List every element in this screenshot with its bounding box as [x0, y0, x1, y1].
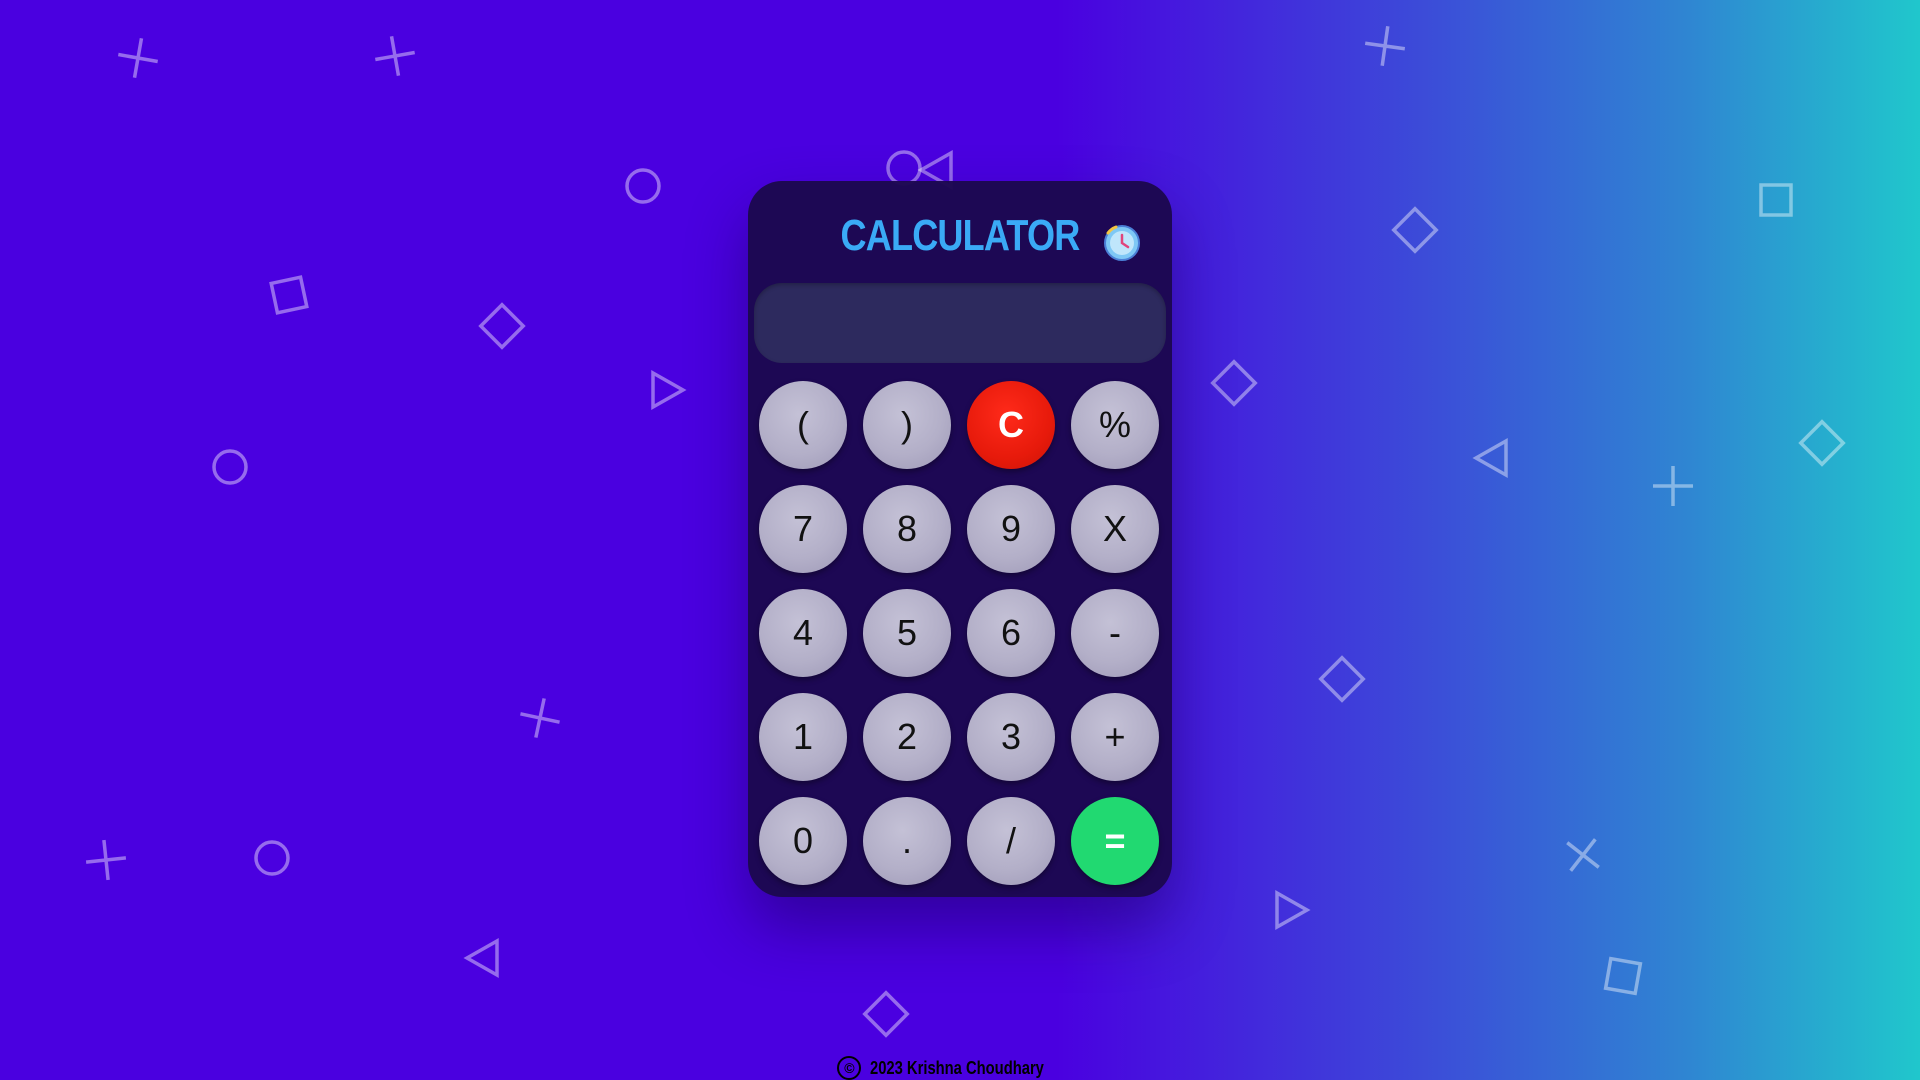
calculator-title: CALCULATOR [840, 211, 1080, 260]
display-screen [754, 283, 1166, 363]
add-button[interactable]: + [1071, 693, 1159, 781]
keypad: () C% 7 8 9 X 4 5 6- 1 2 3 +0. / = [759, 381, 1163, 885]
digit-0-button[interactable]: 0 [759, 797, 847, 885]
square-shape-icon [269, 275, 309, 315]
diamond-shape-icon [478, 302, 526, 350]
percent-button[interactable]: % [1071, 381, 1159, 469]
clear-button[interactable]: C [967, 381, 1055, 469]
footer-text: 2023 Krishna Choudhary [870, 1057, 1045, 1078]
equals-button[interactable]: = [1071, 797, 1159, 885]
circle-shape-icon [254, 840, 290, 876]
digit-1-button[interactable]: 1 [759, 693, 847, 781]
triangle-shape-icon [651, 369, 687, 411]
plus-shape-icon [1653, 466, 1693, 506]
digit-8-button[interactable]: 8 [863, 485, 951, 573]
triangle-shape-icon [463, 937, 499, 979]
triangle-shape-icon [1472, 437, 1508, 479]
multiply-button[interactable]: X [1071, 485, 1159, 573]
circle-shape-icon [212, 449, 248, 485]
close-paren-button[interactable]: ) [863, 381, 951, 469]
diamond-shape-icon [1391, 206, 1439, 254]
plus-shape-icon [1364, 25, 1406, 67]
plus-shape-icon [520, 698, 560, 738]
digit-9-button[interactable]: 9 [967, 485, 1055, 573]
plus-shape-icon [117, 37, 159, 79]
footer: © 2023 Krishna Choudhary [0, 1056, 1920, 1080]
calculator: CALCULATOR () C% 7 8 9 X 4 5 6- 1 2 3 +0. / = [748, 181, 1172, 897]
subtract-button[interactable]: - [1071, 589, 1159, 677]
digit-6-button[interactable]: 6 [967, 589, 1055, 677]
digit-2-button[interactable]: 2 [863, 693, 951, 781]
diamond-shape-icon [1798, 419, 1846, 467]
clock-history-icon [1104, 225, 1140, 261]
square-shape-icon [1603, 956, 1643, 996]
history-button[interactable] [1102, 223, 1142, 263]
plus-shape-icon [1566, 838, 1600, 872]
digit-4-button[interactable]: 4 [759, 589, 847, 677]
decimal-button[interactable]: . [863, 797, 951, 885]
plus-shape-icon [85, 839, 127, 881]
diamond-shape-icon [862, 990, 910, 1038]
divide-button[interactable]: / [967, 797, 1055, 885]
digit-5-button[interactable]: 5 [863, 589, 951, 677]
square-shape-icon [1759, 183, 1793, 217]
open-paren-button[interactable]: ( [759, 381, 847, 469]
diamond-shape-icon [1318, 655, 1366, 703]
circle-shape-icon [886, 150, 922, 186]
digit-3-button[interactable]: 3 [967, 693, 1055, 781]
diamond-shape-icon [1210, 359, 1258, 407]
digit-7-button[interactable]: 7 [759, 485, 847, 573]
circle-shape-icon [625, 168, 661, 204]
copyright-icon: © [837, 1056, 862, 1080]
triangle-shape-icon [1275, 889, 1311, 931]
plus-shape-icon [374, 35, 416, 77]
